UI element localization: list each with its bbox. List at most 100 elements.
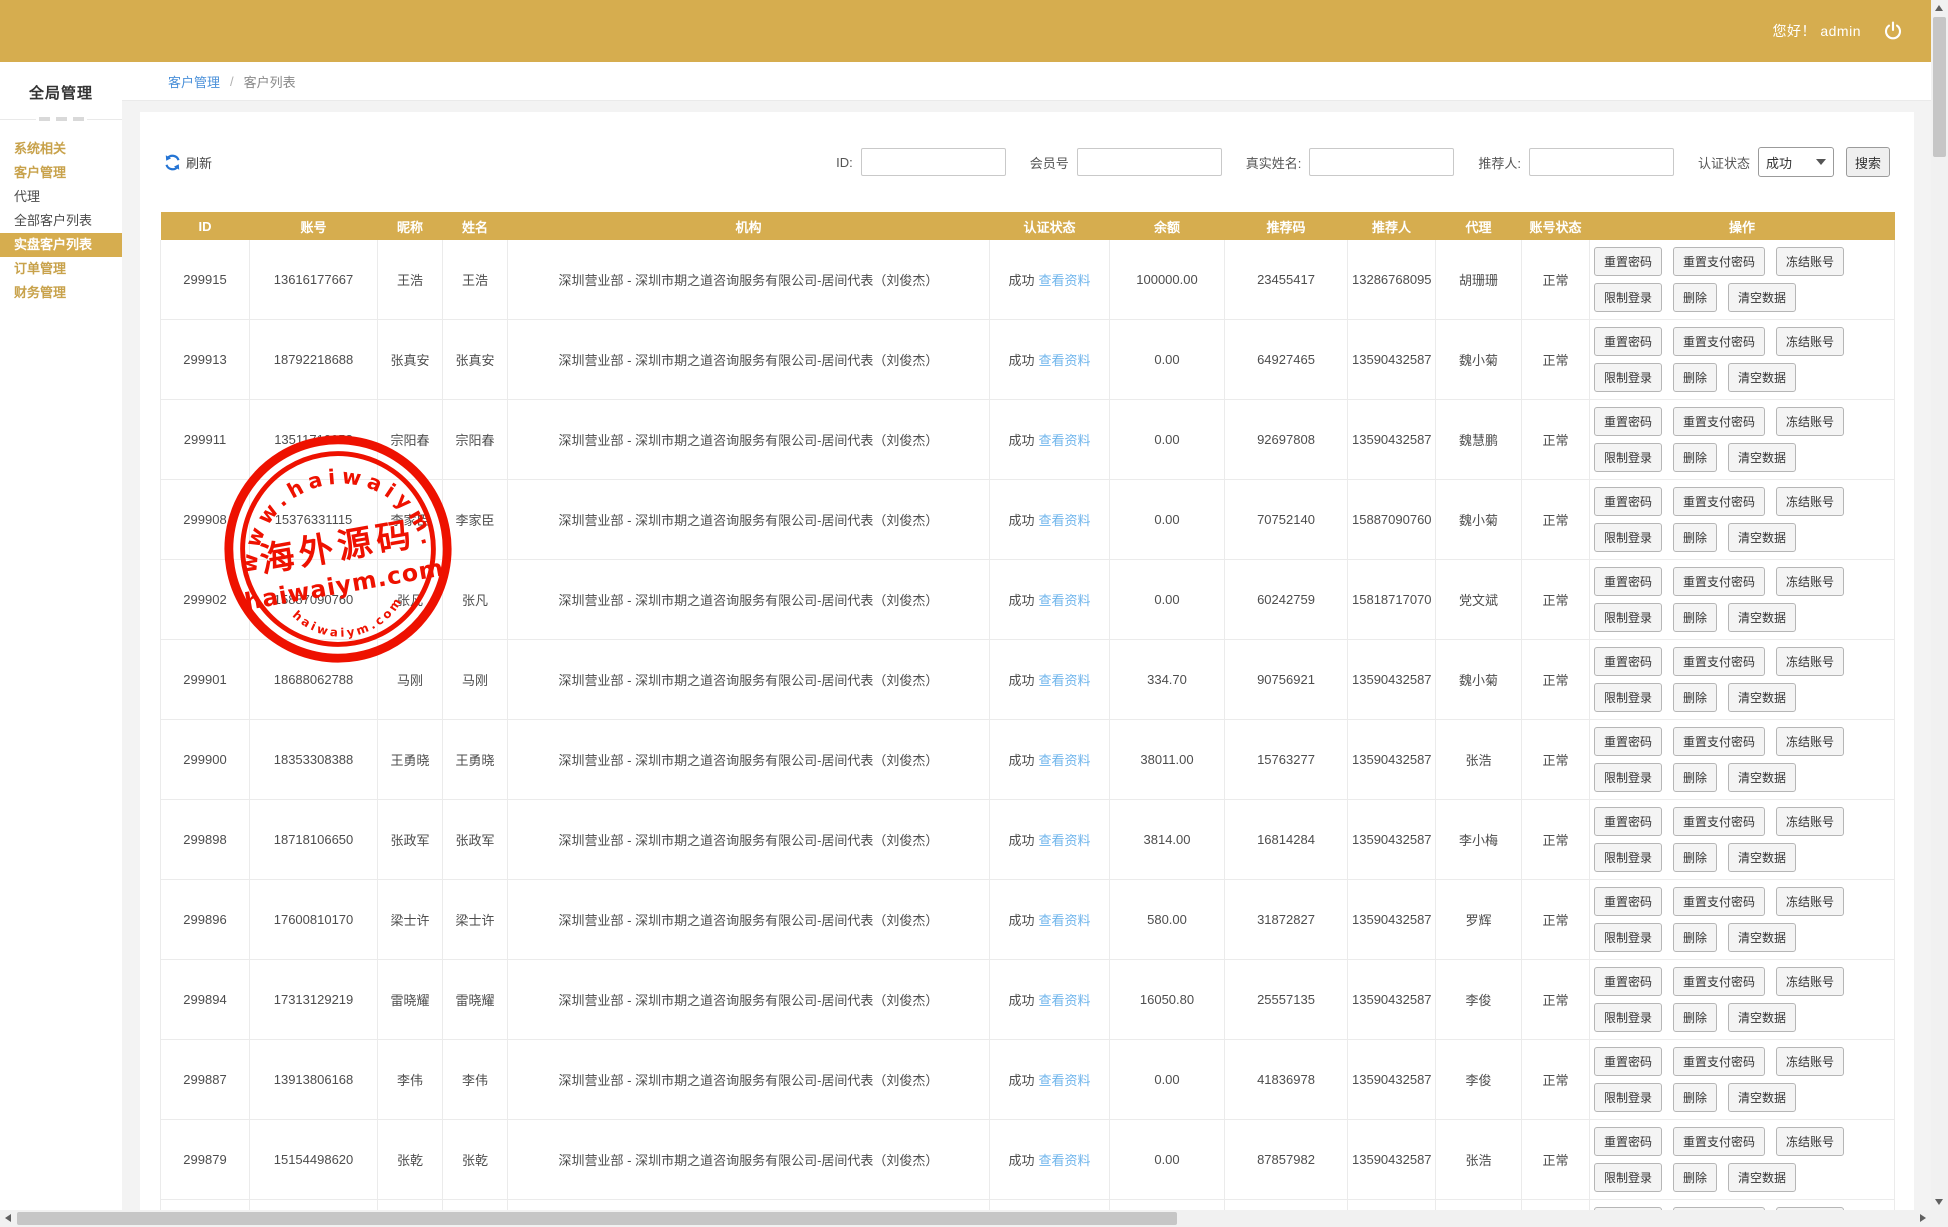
clear-data-button[interactable]: 清空数据 bbox=[1728, 843, 1796, 872]
freeze-account-button[interactable]: 冻结账号 bbox=[1776, 407, 1844, 436]
reset-password-button[interactable]: 重置密码 bbox=[1594, 327, 1662, 356]
view-profile-link[interactable]: 查看资料 bbox=[1039, 1073, 1091, 1088]
sidebar-item-system[interactable]: 系统相关 bbox=[0, 137, 122, 161]
scroll-left-arrow[interactable] bbox=[5, 1214, 11, 1222]
reset-pay-password-button[interactable]: 重置支付密码 bbox=[1673, 967, 1765, 996]
sidebar-item-real-customers[interactable]: 实盘客户列表 bbox=[0, 233, 122, 257]
refresh-button[interactable]: 刷新 bbox=[164, 153, 212, 172]
reset-password-button[interactable]: 重置密码 bbox=[1594, 567, 1662, 596]
view-profile-link[interactable]: 查看资料 bbox=[1039, 353, 1091, 368]
delete-button[interactable]: 删除 bbox=[1673, 283, 1717, 312]
freeze-account-button[interactable]: 冻结账号 bbox=[1776, 807, 1844, 836]
sidebar-item-finance[interactable]: 财务管理 bbox=[0, 281, 122, 305]
clear-data-button[interactable]: 清空数据 bbox=[1728, 763, 1796, 792]
delete-button[interactable]: 删除 bbox=[1673, 1083, 1717, 1112]
freeze-account-button[interactable]: 冻结账号 bbox=[1776, 1127, 1844, 1156]
sidebar-item-orders[interactable]: 订单管理 bbox=[0, 257, 122, 281]
freeze-account-button[interactable]: 冻结账号 bbox=[1776, 1047, 1844, 1076]
restrict-login-button[interactable]: 限制登录 bbox=[1594, 843, 1662, 872]
restrict-login-button[interactable]: 限制登录 bbox=[1594, 443, 1662, 472]
freeze-account-button[interactable]: 冻结账号 bbox=[1776, 647, 1844, 676]
reset-pay-password-button[interactable]: 重置支付密码 bbox=[1673, 1127, 1765, 1156]
view-profile-link[interactable]: 查看资料 bbox=[1039, 833, 1091, 848]
delete-button[interactable]: 删除 bbox=[1673, 1003, 1717, 1032]
realname-filter-input[interactable] bbox=[1309, 148, 1454, 176]
horizontal-scrollbar[interactable] bbox=[0, 1210, 1931, 1227]
delete-button[interactable]: 删除 bbox=[1673, 523, 1717, 552]
reset-pay-password-button[interactable]: 重置支付密码 bbox=[1673, 1047, 1765, 1076]
reset-password-button[interactable]: 重置密码 bbox=[1594, 967, 1662, 996]
referrer-filter-input[interactable] bbox=[1529, 148, 1674, 176]
sidebar-item-agents[interactable]: 代理 bbox=[0, 185, 122, 209]
view-profile-link[interactable]: 查看资料 bbox=[1039, 593, 1091, 608]
view-profile-link[interactable]: 查看资料 bbox=[1039, 753, 1091, 768]
member-filter-input[interactable] bbox=[1077, 148, 1222, 176]
view-profile-link[interactable]: 查看资料 bbox=[1039, 1153, 1091, 1168]
reset-password-button[interactable]: 重置密码 bbox=[1594, 807, 1662, 836]
view-profile-link[interactable]: 查看资料 bbox=[1039, 913, 1091, 928]
freeze-account-button[interactable]: 冻结账号 bbox=[1776, 247, 1844, 276]
reset-password-button[interactable]: 重置密码 bbox=[1594, 647, 1662, 676]
view-profile-link[interactable]: 查看资料 bbox=[1039, 993, 1091, 1008]
delete-button[interactable]: 删除 bbox=[1673, 763, 1717, 792]
delete-button[interactable]: 删除 bbox=[1673, 443, 1717, 472]
delete-button[interactable]: 删除 bbox=[1673, 603, 1717, 632]
restrict-login-button[interactable]: 限制登录 bbox=[1594, 923, 1662, 952]
breadcrumb-parent-link[interactable]: 客户管理 bbox=[168, 72, 220, 91]
reset-pay-password-button[interactable]: 重置支付密码 bbox=[1673, 727, 1765, 756]
sidebar-item-all-customers[interactable]: 全部客户列表 bbox=[0, 209, 122, 233]
freeze-account-button[interactable]: 冻结账号 bbox=[1776, 887, 1844, 916]
clear-data-button[interactable]: 清空数据 bbox=[1728, 683, 1796, 712]
restrict-login-button[interactable]: 限制登录 bbox=[1594, 683, 1662, 712]
clear-data-button[interactable]: 清空数据 bbox=[1728, 603, 1796, 632]
restrict-login-button[interactable]: 限制登录 bbox=[1594, 603, 1662, 632]
delete-button[interactable]: 删除 bbox=[1673, 1163, 1717, 1192]
view-profile-link[interactable]: 查看资料 bbox=[1039, 673, 1091, 688]
clear-data-button[interactable]: 清空数据 bbox=[1728, 923, 1796, 952]
freeze-account-button[interactable]: 冻结账号 bbox=[1776, 967, 1844, 996]
username[interactable]: admin bbox=[1820, 23, 1861, 39]
reset-pay-password-button[interactable]: 重置支付密码 bbox=[1673, 407, 1765, 436]
reset-password-button[interactable]: 重置密码 bbox=[1594, 887, 1662, 916]
reset-pay-password-button[interactable]: 重置支付密码 bbox=[1673, 887, 1765, 916]
delete-button[interactable]: 删除 bbox=[1673, 843, 1717, 872]
scroll-right-arrow[interactable] bbox=[1920, 1214, 1926, 1222]
restrict-login-button[interactable]: 限制登录 bbox=[1594, 283, 1662, 312]
reset-pay-password-button[interactable]: 重置支付密码 bbox=[1673, 487, 1765, 516]
sidebar-item-customers[interactable]: 客户管理 bbox=[0, 161, 122, 185]
restrict-login-button[interactable]: 限制登录 bbox=[1594, 763, 1662, 792]
reset-password-button[interactable]: 重置密码 bbox=[1594, 407, 1662, 436]
horizontal-scroll-thumb[interactable] bbox=[17, 1212, 1177, 1225]
vertical-scrollbar[interactable] bbox=[1931, 0, 1948, 1210]
freeze-account-button[interactable]: 冻结账号 bbox=[1776, 487, 1844, 516]
delete-button[interactable]: 删除 bbox=[1673, 683, 1717, 712]
reset-pay-password-button[interactable]: 重置支付密码 bbox=[1673, 327, 1765, 356]
restrict-login-button[interactable]: 限制登录 bbox=[1594, 1003, 1662, 1032]
reset-password-button[interactable]: 重置密码 bbox=[1594, 1127, 1662, 1156]
restrict-login-button[interactable]: 限制登录 bbox=[1594, 363, 1662, 392]
freeze-account-button[interactable]: 冻结账号 bbox=[1776, 567, 1844, 596]
id-filter-input[interactable] bbox=[861, 148, 1006, 176]
restrict-login-button[interactable]: 限制登录 bbox=[1594, 1083, 1662, 1112]
logout-button[interactable] bbox=[1883, 21, 1903, 41]
restrict-login-button[interactable]: 限制登录 bbox=[1594, 523, 1662, 552]
reset-password-button[interactable]: 重置密码 bbox=[1594, 1047, 1662, 1076]
delete-button[interactable]: 删除 bbox=[1673, 363, 1717, 392]
reset-pay-password-button[interactable]: 重置支付密码 bbox=[1673, 807, 1765, 836]
vertical-scroll-thumb[interactable] bbox=[1933, 17, 1946, 157]
clear-data-button[interactable]: 清空数据 bbox=[1728, 363, 1796, 392]
clear-data-button[interactable]: 清空数据 bbox=[1728, 1163, 1796, 1192]
reset-pay-password-button[interactable]: 重置支付密码 bbox=[1673, 567, 1765, 596]
reset-password-button[interactable]: 重置密码 bbox=[1594, 727, 1662, 756]
scroll-up-arrow[interactable] bbox=[1935, 5, 1943, 11]
reset-pay-password-button[interactable]: 重置支付密码 bbox=[1673, 247, 1765, 276]
restrict-login-button[interactable]: 限制登录 bbox=[1594, 1163, 1662, 1192]
delete-button[interactable]: 删除 bbox=[1673, 923, 1717, 952]
search-button[interactable]: 搜索 bbox=[1846, 147, 1890, 177]
clear-data-button[interactable]: 清空数据 bbox=[1728, 1003, 1796, 1032]
clear-data-button[interactable]: 清空数据 bbox=[1728, 283, 1796, 312]
clear-data-button[interactable]: 清空数据 bbox=[1728, 523, 1796, 552]
reset-pay-password-button[interactable]: 重置支付密码 bbox=[1673, 647, 1765, 676]
auth-status-select[interactable]: 成功 bbox=[1758, 147, 1834, 177]
view-profile-link[interactable]: 查看资料 bbox=[1039, 273, 1091, 288]
